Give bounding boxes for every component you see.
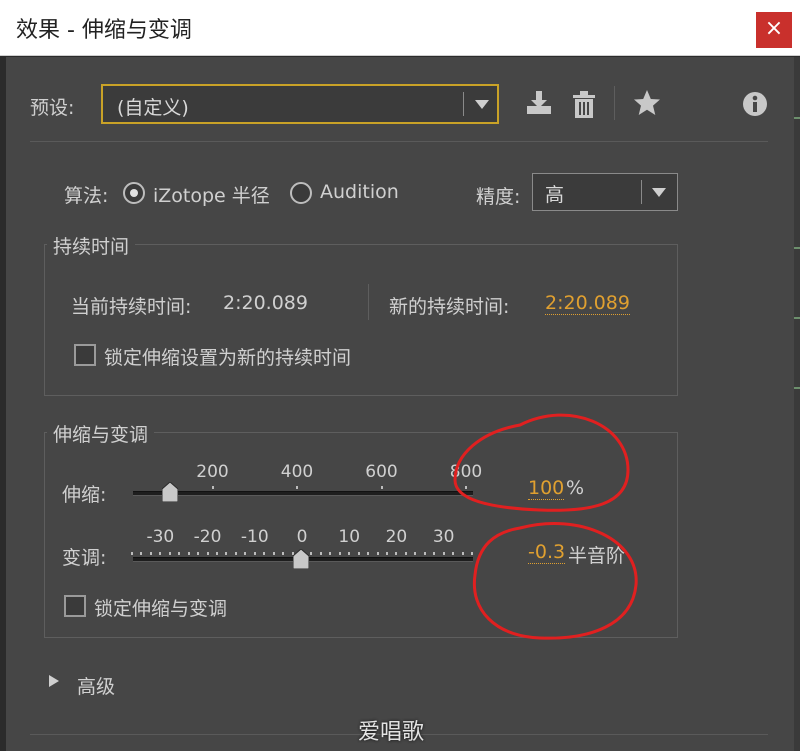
annotation-marks	[453, 413, 638, 640]
annotation-circle-stretch	[453, 413, 630, 512]
watermark-text: 爱唱歌	[358, 720, 425, 745]
annotation-circle-pitch	[472, 522, 638, 640]
